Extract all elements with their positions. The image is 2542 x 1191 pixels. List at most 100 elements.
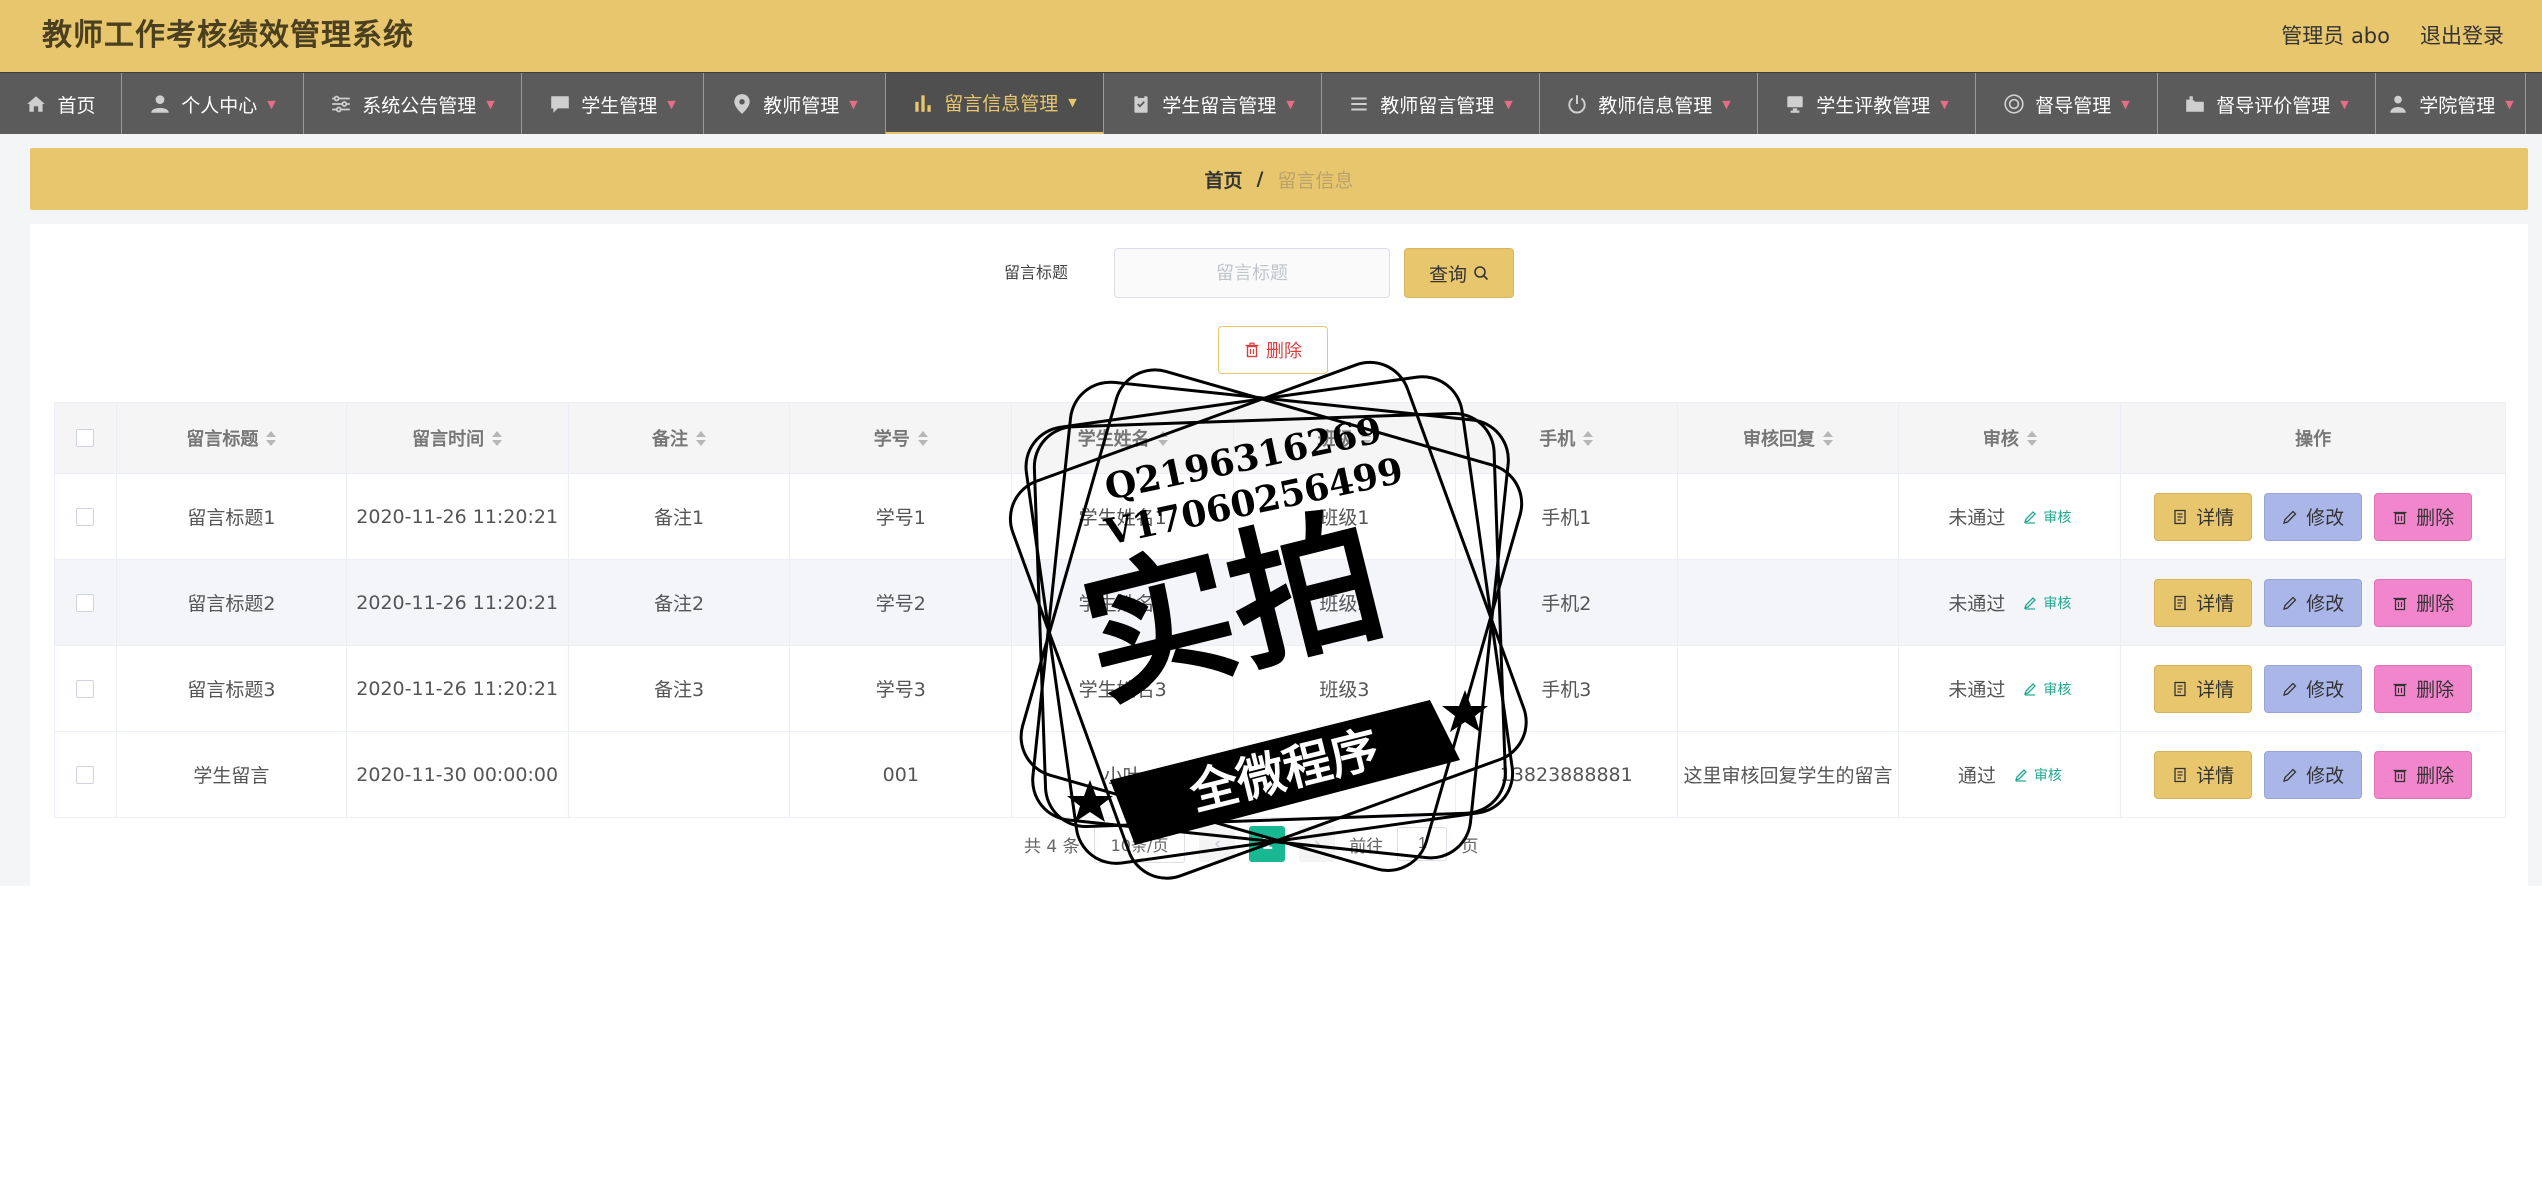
nav-item-3[interactable]: 学生管理 ▼ [522, 73, 704, 135]
cell-reply: 这里审核回复学生的留言 [1678, 732, 1900, 817]
chevron-down-icon: ▼ [486, 97, 495, 111]
cell-reply [1678, 474, 1900, 559]
cell-reply [1678, 646, 1900, 731]
header-phone[interactable]: 手机 [1456, 403, 1678, 473]
cell-title: 留言标题3 [117, 646, 347, 731]
nav-item-label: 督导评价管理 [2216, 94, 2331, 117]
logout-link[interactable]: 退出登录 [2420, 20, 2504, 52]
cell-actions: 详情 修改 删除 [2121, 646, 2505, 731]
cell-time: 2020-11-26 11:20:21 [347, 474, 569, 559]
row-checkbox[interactable] [76, 765, 95, 784]
cell-time: 2020-11-26 11:20:21 [347, 646, 569, 731]
cell-student-name: 小叶 [1012, 732, 1235, 817]
monitor-icon [1784, 93, 1806, 115]
batch-delete-button[interactable]: 删除 [1218, 326, 1328, 374]
row-checkbox[interactable] [76, 507, 95, 526]
delete-button[interactable]: 删除 [2374, 750, 2473, 799]
detail-button[interactable]: 详情 [2154, 664, 2253, 713]
cell-phone: 13823888881 [1456, 732, 1678, 817]
delete-button[interactable]: 删除 [2374, 664, 2473, 713]
row-checkbox[interactable] [76, 679, 95, 698]
breadcrumb-home[interactable]: 首页 [1205, 166, 1243, 193]
audit-link[interactable]: 审核 [2023, 593, 2071, 613]
header-student-name[interactable]: 学生姓名 [1012, 403, 1235, 473]
nav-item-5[interactable]: 留言信息管理 ▼ [886, 73, 1104, 135]
document-icon [2174, 681, 2186, 696]
edit-button[interactable]: 修改 [2264, 578, 2363, 627]
table-row: 学生留言 2020-11-30 00:00:00 001 小叶 13823888881 这… [55, 731, 2505, 817]
nav-item-label: 系统公告管理 [362, 94, 477, 117]
cell-class: 班级1 [1234, 474, 1456, 559]
pencil-icon [2283, 768, 2297, 782]
header-status[interactable]: 审核 [1899, 403, 2122, 473]
cell-note: 备注3 [569, 646, 791, 731]
chevron-down-icon: ▼ [2121, 97, 2130, 111]
sort-icon [492, 430, 503, 446]
audit-link-label: 审核 [2033, 767, 2062, 784]
header-class[interactable]: 班级 [1234, 403, 1456, 473]
chevron-down-icon: ▼ [1940, 97, 1949, 111]
nav-item-9[interactable]: 学生评教管理 ▼ [1758, 73, 1976, 135]
page-size-select[interactable]: 10条/页 [1093, 825, 1186, 863]
prev-page-button[interactable]: ‹ [1199, 826, 1236, 862]
search-label: 留言标题 [1004, 263, 1069, 282]
cell-status: 未通过 审核 [1899, 646, 2122, 731]
breadcrumb-current: 留言信息 [1277, 169, 1354, 192]
trash-icon [2393, 597, 2407, 610]
nav-item-10[interactable]: 督导管理 ▼ [1976, 73, 2158, 135]
status-text: 通过 [1957, 765, 1996, 787]
goto-prefix: 前往 [1349, 836, 1384, 857]
nav-item-12[interactable]: 学院管理 ▼ [2376, 73, 2526, 135]
cell-student-name: 学生姓名3 [1012, 646, 1235, 731]
edit-button[interactable]: 修改 [2264, 750, 2363, 799]
pencil-icon [2283, 510, 2297, 524]
nav-item-label: 学院管理 [2419, 94, 2496, 117]
cell-phone: 手机2 [1456, 560, 1678, 645]
nav-item-1[interactable]: 个人中心 ▼ [122, 73, 304, 135]
nav-item-11[interactable]: 督导评价管理 ▼ [2158, 73, 2376, 135]
nav-item-label: 个人中心 [181, 94, 258, 117]
edit-button[interactable]: 修改 [2264, 664, 2363, 713]
row-checkbox-cell [55, 732, 117, 817]
message-table: 留言标题 留言时间 备注 学号 学生姓名 班级 手机 审核回复 审核 操作 留言… [54, 402, 2506, 818]
audit-link-label: 审核 [2043, 509, 2072, 526]
nav-item-7[interactable]: 教师留言管理 ▼ [1322, 73, 1540, 135]
nav-item-4[interactable]: 教师管理 ▼ [704, 73, 886, 135]
row-checkbox[interactable] [76, 593, 95, 612]
audit-link-label: 审核 [2043, 595, 2072, 612]
audit-link[interactable]: 审核 [2023, 507, 2071, 527]
goto-page-input[interactable] [1397, 827, 1448, 861]
delete-button[interactable]: 删除 [2374, 578, 2473, 627]
detail-button[interactable]: 详情 [2154, 750, 2253, 799]
delete-button[interactable]: 删除 [2374, 492, 2473, 541]
sort-icon [1583, 430, 1594, 446]
status-text: 未通过 [1948, 507, 2006, 529]
search-title-input[interactable] [1114, 248, 1390, 298]
cell-phone: 手机1 [1456, 474, 1678, 559]
header-time[interactable]: 留言时间 [347, 403, 569, 473]
nav-item-label: 学生留言管理 [1162, 94, 1277, 117]
chevron-down-icon: ▼ [667, 97, 676, 111]
edit-icon [2024, 510, 2037, 524]
nav-item-6[interactable]: 学生留言管理 ▼ [1104, 73, 1322, 135]
select-all-checkbox[interactable] [76, 429, 95, 447]
audit-link[interactable]: 审核 [2023, 679, 2071, 699]
nav-item-label: 留言信息管理 [944, 93, 1059, 115]
pencil-icon [2283, 596, 2297, 610]
detail-button[interactable]: 详情 [2154, 578, 2253, 627]
next-page-button[interactable]: › [1299, 826, 1336, 862]
header-title[interactable]: 留言标题 [117, 403, 347, 473]
sort-icon [917, 430, 928, 446]
edit-button[interactable]: 修改 [2264, 492, 2363, 541]
page-number-current[interactable]: 1 [1249, 826, 1286, 862]
detail-button[interactable]: 详情 [2154, 492, 2253, 541]
audit-link[interactable]: 审核 [2014, 765, 2062, 785]
nav-item-2[interactable]: 系统公告管理 ▼ [304, 73, 522, 135]
header-actions: 操作 [2295, 429, 2332, 450]
nav-item-0[interactable]: 首页 [0, 73, 122, 135]
header-reply[interactable]: 审核回复 [1678, 403, 1900, 473]
query-button[interactable]: 查询 [1404, 248, 1514, 298]
header-student-no[interactable]: 学号 [790, 403, 1013, 473]
nav-item-8[interactable]: 教师信息管理 ▼ [1540, 73, 1758, 135]
header-note[interactable]: 备注 [569, 403, 791, 473]
